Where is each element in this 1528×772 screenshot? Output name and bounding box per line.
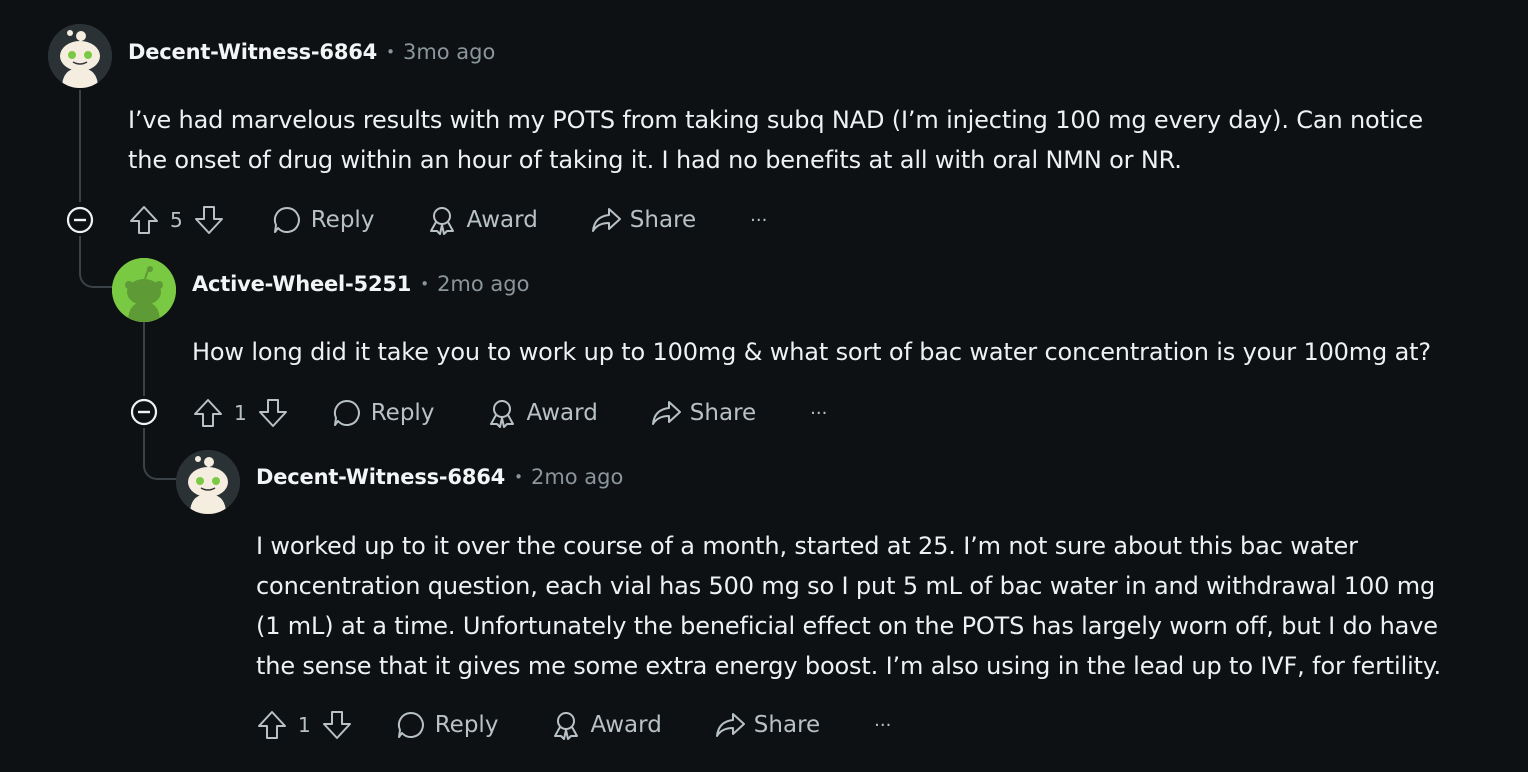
speech-bubble-icon: [397, 711, 424, 738]
upvote-icon: [194, 399, 222, 427]
reply-label: Reply: [434, 712, 499, 738]
collapse-thread-button[interactable]: [66, 206, 94, 234]
comment-meta: Decent-Witness-6864 • 2mo ago: [256, 465, 623, 489]
avatar[interactable]: [48, 24, 112, 88]
share-button[interactable]: Share: [714, 709, 820, 741]
timestamp[interactable]: 2mo ago: [531, 465, 623, 489]
speech-bubble-icon: [273, 206, 300, 233]
comment-line: I worked up to it over the course of a m…: [256, 532, 1358, 560]
reply-button[interactable]: Reply: [331, 397, 435, 429]
username[interactable]: Active-Wheel-5251: [192, 272, 411, 296]
downvote-icon: [258, 399, 287, 427]
upvote-button[interactable]: [256, 709, 288, 741]
award-label: Award: [526, 400, 598, 426]
comment-actions: 5 Reply Award Share ···: [128, 200, 767, 240]
comment-body: I worked up to it over the course of a m…: [256, 526, 1441, 686]
upvote-icon: [130, 206, 158, 234]
thread-branch-2: [143, 442, 177, 480]
more-options-button[interactable]: ···: [750, 210, 767, 231]
downvote-button[interactable]: [257, 397, 289, 429]
award-button[interactable]: Award: [426, 204, 538, 236]
share-button[interactable]: Share: [590, 204, 696, 236]
comment-meta: Active-Wheel-5251 • 2mo ago: [192, 272, 529, 296]
award-ribbon-icon: [490, 400, 515, 428]
reply-label: Reply: [370, 400, 435, 426]
thread-line-2: [143, 322, 145, 396]
more-options-button[interactable]: ···: [810, 403, 827, 424]
award-label: Award: [590, 712, 662, 738]
comment-line: I’ve had marvelous results with my POTS …: [128, 106, 1424, 134]
share-arrow-icon: [715, 713, 745, 737]
comment-body: I’ve had marvelous results with my POTS …: [128, 100, 1423, 180]
timestamp[interactable]: 2mo ago: [437, 272, 529, 296]
award-button[interactable]: Award: [550, 709, 662, 741]
separator-dot: •: [386, 43, 395, 61]
share-label: Share: [689, 400, 757, 426]
comment-line: the onset of drug within an hour of taki…: [128, 146, 1182, 174]
comment-actions: 1 Reply Award Share ···: [192, 393, 827, 433]
separator-dot: •: [514, 468, 523, 486]
separator-dot: •: [420, 275, 430, 293]
award-ribbon-icon: [430, 207, 455, 235]
snoo-avatar-icon: [48, 24, 112, 88]
award-button[interactable]: Award: [486, 397, 598, 429]
comment-line: (1 mL) at a time. Unfortunately the bene…: [256, 612, 1438, 640]
upvote-button[interactable]: [192, 397, 224, 429]
downvote-button[interactable]: [321, 709, 353, 741]
more-options-button[interactable]: ···: [874, 715, 891, 736]
downvote-icon: [194, 206, 223, 234]
share-label: Share: [629, 207, 697, 233]
comment-body: How long did it take you to work up to 1…: [192, 332, 1431, 372]
share-arrow-icon: [651, 401, 681, 425]
snoo-avatar-icon: [176, 450, 240, 514]
share-arrow-icon: [591, 208, 621, 232]
share-button[interactable]: Share: [650, 397, 756, 429]
reply-label: Reply: [310, 207, 375, 233]
comment-meta: Decent-Witness-6864 • 3mo ago: [128, 40, 495, 64]
collapse-thread-button[interactable]: [130, 398, 158, 426]
comment-line: the sense that it gives me some extra en…: [256, 652, 1441, 680]
vote-count: 5: [170, 208, 183, 232]
upvote-button[interactable]: [128, 204, 160, 236]
snoo-avatar-icon: [112, 258, 176, 322]
more-options-label: ···: [874, 714, 892, 736]
avatar[interactable]: [112, 258, 176, 322]
upvote-icon: [258, 711, 286, 739]
award-ribbon-icon: [554, 712, 579, 740]
vote-count: 1: [234, 401, 247, 425]
thread-line-1: [79, 90, 81, 202]
username[interactable]: Decent-Witness-6864: [128, 40, 377, 64]
vote-count: 1: [298, 713, 311, 737]
username[interactable]: Decent-Witness-6864: [256, 465, 505, 489]
more-options-label: ···: [750, 209, 768, 231]
timestamp[interactable]: 3mo ago: [403, 40, 495, 64]
comment-actions: 1 Reply Award Share ···: [256, 705, 891, 745]
thread-branch-1: [79, 250, 113, 288]
speech-bubble-icon: [333, 399, 360, 426]
avatar[interactable]: [176, 450, 240, 514]
downvote-button[interactable]: [193, 204, 225, 236]
reply-button[interactable]: Reply: [395, 709, 499, 741]
comment-line: How long did it take you to work up to 1…: [192, 338, 1432, 366]
more-options-label: ···: [810, 402, 828, 424]
downvote-icon: [322, 711, 351, 739]
reply-button[interactable]: Reply: [271, 204, 375, 236]
share-label: Share: [753, 712, 821, 738]
award-label: Award: [466, 207, 538, 233]
comment-line: concentration question, each vial has 50…: [256, 572, 1436, 600]
